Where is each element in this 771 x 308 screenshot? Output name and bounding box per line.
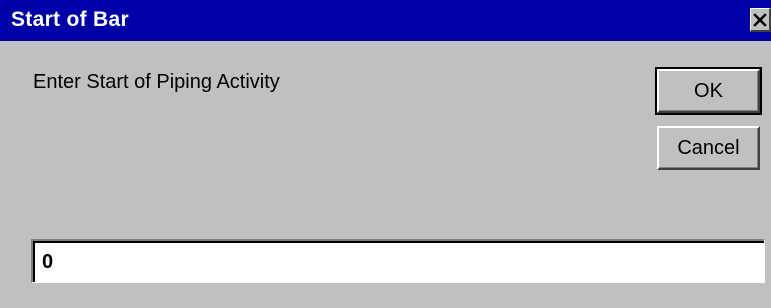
prompt-label: Enter Start of Piping Activity <box>33 71 280 93</box>
window-title: Start of Bar <box>11 8 129 31</box>
close-icon <box>753 12 767 27</box>
ok-button[interactable]: OK <box>655 67 762 115</box>
input-value: 0 <box>42 251 54 273</box>
start-value-input[interactable]: 0 <box>31 239 765 283</box>
start-of-bar-dialog: Start of Bar Enter Start of Piping Activ… <box>0 0 771 308</box>
close-button[interactable] <box>750 8 771 32</box>
cancel-button[interactable]: Cancel <box>657 126 760 170</box>
title-bar[interactable]: Start of Bar <box>0 0 771 41</box>
